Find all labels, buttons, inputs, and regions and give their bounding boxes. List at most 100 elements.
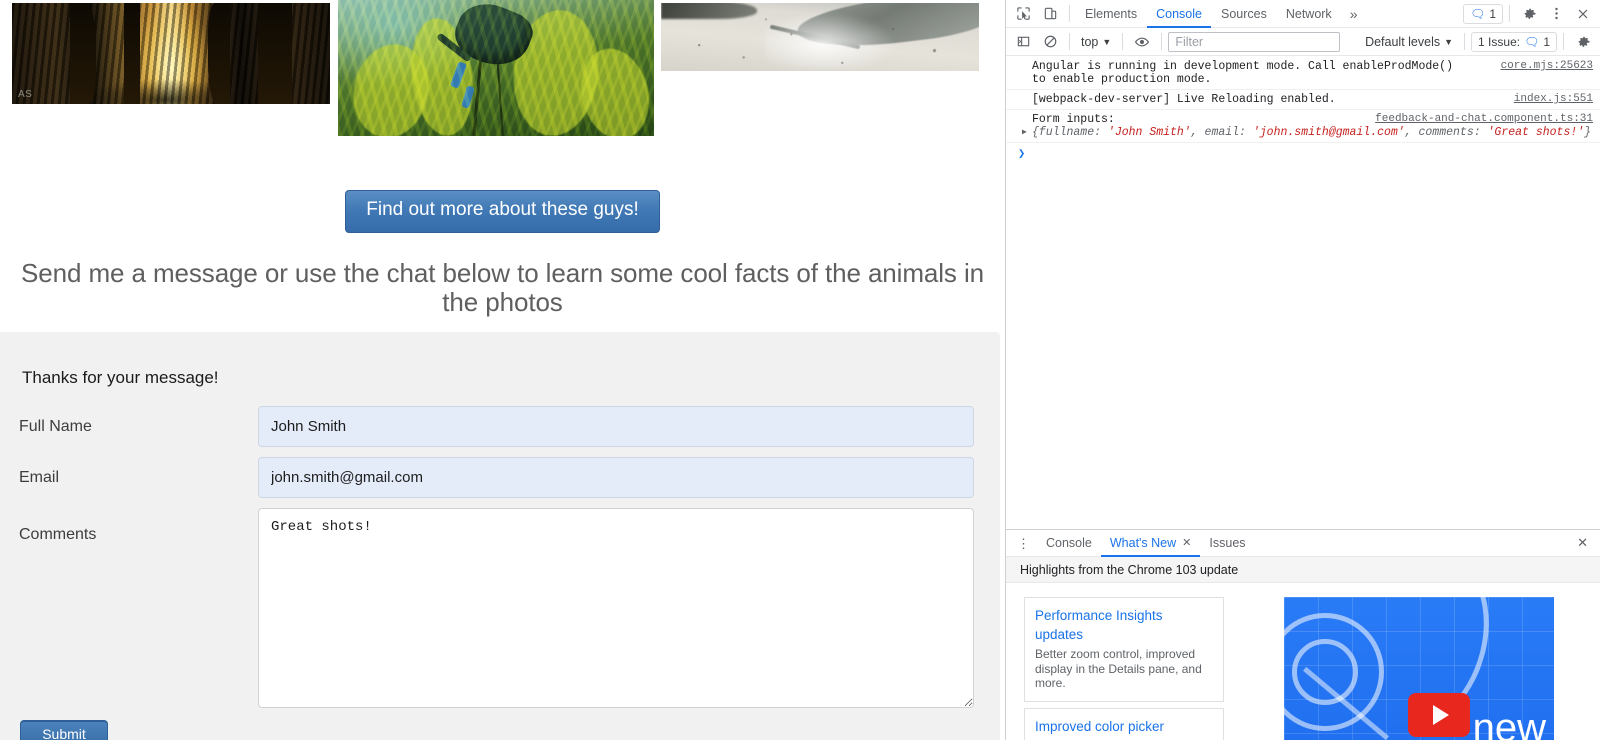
- drawer-tab-console-label: Console: [1046, 530, 1092, 557]
- close-icon-whats-new-tab[interactable]: ✕: [1182, 530, 1191, 557]
- photo-watermark: AS: [18, 89, 32, 100]
- console-object-preview[interactable]: {fullname: 'John Smith', email: 'john.sm…: [1032, 126, 1593, 139]
- chevron-down-icon: ▼: [1102, 37, 1111, 47]
- toolbar-divider: [1069, 5, 1070, 22]
- console-message-text: Angular is running in development mode. …: [1032, 60, 1462, 86]
- page-headline: Send me a message or use the chat below …: [13, 259, 993, 317]
- device-toolbar-icon[interactable]: [1037, 2, 1063, 26]
- inspect-element-icon[interactable]: [1010, 2, 1036, 26]
- whats-new-card-list: Performance Insights updates Better zoom…: [1024, 597, 1224, 740]
- devtools-drawer: ⋮ Console What's New ✕ Issues ✕ Highligh…: [1006, 529, 1600, 740]
- console-settings-gear-icon[interactable]: [1570, 30, 1596, 54]
- more-options-icon[interactable]: [1543, 2, 1569, 26]
- live-expression-icon[interactable]: [1129, 30, 1155, 54]
- close-drawer-icon[interactable]: ✕: [1568, 535, 1597, 551]
- comments-label: Comments: [19, 526, 96, 544]
- console-message[interactable]: [webpack-dev-server] Live Reloading enab…: [1006, 90, 1600, 110]
- issues-label: 1 Issue:: [1478, 35, 1520, 49]
- console-sidebar-icon[interactable]: [1010, 30, 1036, 54]
- drawer-tab-bar: ⋮ Console What's New ✕ Issues ✕: [1006, 530, 1600, 557]
- chevron-down-icon-levels: ▼: [1444, 37, 1453, 47]
- console-toolbar-divider-5: [1563, 33, 1564, 50]
- whats-new-card[interactable]: Performance Insights updates Better zoom…: [1024, 597, 1224, 702]
- issues-count: 1: [1543, 35, 1550, 49]
- obj-key-fullname: {fullname:: [1032, 126, 1108, 139]
- whats-new-card[interactable]: Improved color picker: [1024, 708, 1224, 740]
- drawer-tab-console[interactable]: Console: [1037, 530, 1101, 557]
- console-message-source[interactable]: feedback-and-chat.component.ts:31: [1375, 113, 1593, 126]
- card-title-line2[interactable]: updates: [1035, 625, 1213, 644]
- drawer-tab-issues[interactable]: Issues: [1200, 530, 1254, 557]
- obj-val-comments: 'Great shots!': [1488, 126, 1585, 139]
- video-overlay-text: new: [1473, 706, 1546, 740]
- message-count-badge[interactable]: 🗨 1: [1463, 4, 1503, 24]
- filter-input[interactable]: [1168, 32, 1340, 52]
- more-tabs-chevron-icon[interactable]: »: [1342, 6, 1366, 22]
- obj-val-email: 'john.smith@gmail.com': [1253, 126, 1405, 139]
- obj-val-fullname: 'John Smith': [1108, 126, 1191, 139]
- cta-container: Find out more about these guys!: [0, 190, 1005, 233]
- toolbar-divider-2: [1509, 5, 1510, 22]
- feedback-form-panel: Thanks for your message! Full Name Email…: [0, 332, 1000, 740]
- devtools-panel: Elements Console Sources Network » 🗨 1: [1005, 0, 1600, 740]
- whats-new-video-thumbnail[interactable]: new: [1284, 597, 1554, 740]
- whats-new-header: Highlights from the Chrome 103 update: [1006, 557, 1600, 583]
- console-toolbar: top ▼ Default levels ▼ 1 Issue: 🗨 1: [1006, 28, 1600, 56]
- gear-icon[interactable]: [1516, 2, 1542, 26]
- email-label: Email: [19, 469, 59, 487]
- card-title-line1[interactable]: Improved color picker: [1035, 717, 1213, 736]
- console-toolbar-divider-2: [1122, 33, 1123, 50]
- thanks-message: Thanks for your message!: [22, 368, 219, 388]
- speech-bubble-icon-issues: 🗨: [1524, 36, 1539, 48]
- console-message-source[interactable]: index.js:551: [1514, 93, 1593, 106]
- console-toolbar-divider-3: [1161, 33, 1162, 50]
- drawer-tab-whats-new[interactable]: What's New ✕: [1101, 530, 1201, 557]
- drawer-tab-whats-new-label: What's New: [1110, 530, 1176, 557]
- console-log-list[interactable]: Angular is running in development mode. …: [1006, 57, 1600, 529]
- submit-button[interactable]: Submit: [20, 720, 108, 740]
- execution-context-selector[interactable]: top ▼: [1076, 35, 1116, 49]
- obj-close-brace: }: [1584, 126, 1591, 139]
- prompt-chevron-icon: ❯: [1018, 146, 1025, 161]
- card-title-line1[interactable]: Performance Insights: [1035, 606, 1213, 625]
- console-message[interactable]: Angular is running in development mode. …: [1006, 57, 1600, 90]
- mangrove-sunset-photo[interactable]: AS: [12, 3, 330, 104]
- devtools-main-toolbar: Elements Console Sources Network » 🗨 1: [1006, 0, 1600, 28]
- web-page-viewport: AS Find out more about these guys! Send …: [0, 0, 1005, 740]
- email-input[interactable]: [258, 457, 974, 498]
- speech-bubble-icon: 🗨: [1470, 8, 1485, 20]
- tab-elements[interactable]: Elements: [1076, 0, 1146, 28]
- console-message-text: [webpack-dev-server] Live Reloading enab…: [1032, 93, 1462, 106]
- comments-textarea[interactable]: Great shots!: [258, 508, 974, 708]
- console-toolbar-divider: [1069, 33, 1070, 50]
- photo-gallery: AS: [0, 0, 1005, 140]
- tab-console[interactable]: Console: [1147, 0, 1211, 28]
- console-toolbar-divider-4: [1464, 33, 1465, 50]
- message-count-value: 1: [1489, 7, 1496, 21]
- youtube-play-icon[interactable]: [1408, 693, 1470, 737]
- obj-key-email: , email:: [1191, 126, 1253, 139]
- issues-badge[interactable]: 1 Issue: 🗨 1: [1471, 32, 1557, 52]
- full-name-input[interactable]: [258, 406, 974, 447]
- tab-sources[interactable]: Sources: [1212, 0, 1276, 28]
- obj-key-comments: , comments:: [1405, 126, 1488, 139]
- log-levels-selector[interactable]: Default levels ▼: [1360, 35, 1458, 49]
- more-tools-icon[interactable]: ⋮: [1010, 537, 1037, 550]
- expand-triangle-icon[interactable]: ▶: [1022, 126, 1027, 139]
- whats-new-body: Performance Insights updates Better zoom…: [1006, 583, 1600, 740]
- console-prompt[interactable]: ❯: [1006, 143, 1600, 163]
- log-levels-value: Default levels: [1365, 35, 1440, 49]
- full-name-label: Full Name: [19, 418, 92, 436]
- find-out-more-button[interactable]: Find out more about these guys!: [345, 190, 660, 233]
- clear-console-icon[interactable]: [1037, 30, 1063, 54]
- console-message[interactable]: Form inputs: feedback-and-chat.component…: [1006, 110, 1600, 143]
- tab-network[interactable]: Network: [1277, 0, 1341, 28]
- weedy-seadragon-photo[interactable]: [338, 0, 654, 136]
- close-icon[interactable]: [1570, 2, 1596, 26]
- drawer-tab-issues-label: Issues: [1209, 530, 1245, 557]
- execution-context-value: top: [1081, 35, 1098, 49]
- card-description: Better zoom control, improved display in…: [1035, 647, 1213, 691]
- console-message-source[interactable]: core.mjs:25623: [1501, 60, 1593, 73]
- video-ring-inner: [1292, 639, 1358, 705]
- stingray-sand-photo[interactable]: [661, 3, 979, 71]
